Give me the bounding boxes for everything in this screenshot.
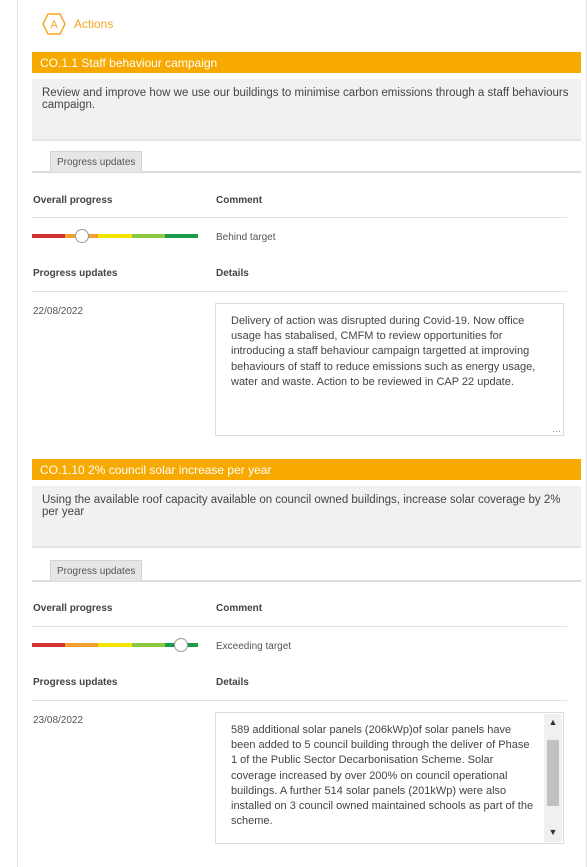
progress-knob — [174, 638, 189, 652]
tab-progress-updates[interactable]: Progress updates — [50, 560, 143, 581]
comment-label: Comment — [216, 195, 263, 206]
scrollbar[interactable]: ▲ ▼ — [544, 714, 562, 842]
details-text: Delivery of action was disrupted during … — [231, 315, 536, 388]
svg-text:A: A — [50, 19, 58, 31]
details-label: Details — [216, 268, 249, 279]
header-title: Actions — [74, 17, 114, 31]
comment-label: Comment — [216, 603, 263, 614]
actions-header: A Actions — [42, 12, 113, 36]
progress-segment — [65, 643, 99, 647]
update-date: 22/08/2022 — [33, 306, 84, 317]
scroll-down-arrow-icon[interactable]: ▼ — [544, 824, 562, 842]
progress-segment — [131, 234, 166, 238]
tab-progress-updates[interactable]: Progress updates — [50, 151, 143, 172]
tab-strip: Progress updates — [32, 151, 581, 173]
resize-handle-icon[interactable]: … — [552, 425, 561, 434]
divider — [32, 291, 567, 292]
comment-value: Exceeding target — [216, 641, 292, 652]
progress-segment — [131, 643, 166, 647]
progress-knob — [74, 229, 89, 243]
hexagon-a-icon: A — [42, 13, 66, 35]
update-date: 23/08/2022 — [33, 715, 84, 726]
details-text: 589 additional solar panels (206kWp)of s… — [231, 724, 534, 828]
divider — [32, 700, 567, 701]
action-title-bar: CO.1.10 2% council solar increase per ye… — [32, 459, 581, 480]
details-textarea[interactable]: Delivery of action was disrupted during … — [215, 303, 564, 436]
action-description: Using the available roof capacity availa… — [32, 486, 581, 548]
progress-segment — [98, 234, 133, 238]
divider — [32, 217, 567, 218]
progress-updates-label: Progress updates — [33, 677, 118, 688]
progress-slider — [32, 638, 199, 652]
progress-segment — [98, 643, 133, 647]
comment-value: Behind target — [216, 232, 276, 243]
details-label: Details — [216, 677, 249, 688]
scroll-thumb[interactable] — [547, 740, 559, 806]
divider — [32, 626, 567, 627]
tab-strip: Progress updates — [32, 560, 581, 582]
progress-slider — [32, 229, 199, 243]
progress-segment — [164, 234, 199, 238]
overall-progress-label: Overall progress — [33, 195, 113, 206]
overall-progress-label: Overall progress — [33, 603, 113, 614]
progress-segment — [32, 234, 66, 238]
scroll-up-arrow-icon[interactable]: ▲ — [544, 714, 562, 732]
action-title-bar: CO.1.1 Staff behaviour campaign — [32, 52, 581, 73]
progress-segment — [32, 643, 66, 647]
details-textarea[interactable]: 589 additional solar panels (206kWp)of s… — [215, 712, 564, 844]
actions-panel: A Actions CO.1.1 Staff behaviour campaig… — [17, 0, 587, 867]
progress-updates-label: Progress updates — [33, 268, 118, 279]
action-description: Review and improve how we use our buildi… — [32, 79, 581, 141]
